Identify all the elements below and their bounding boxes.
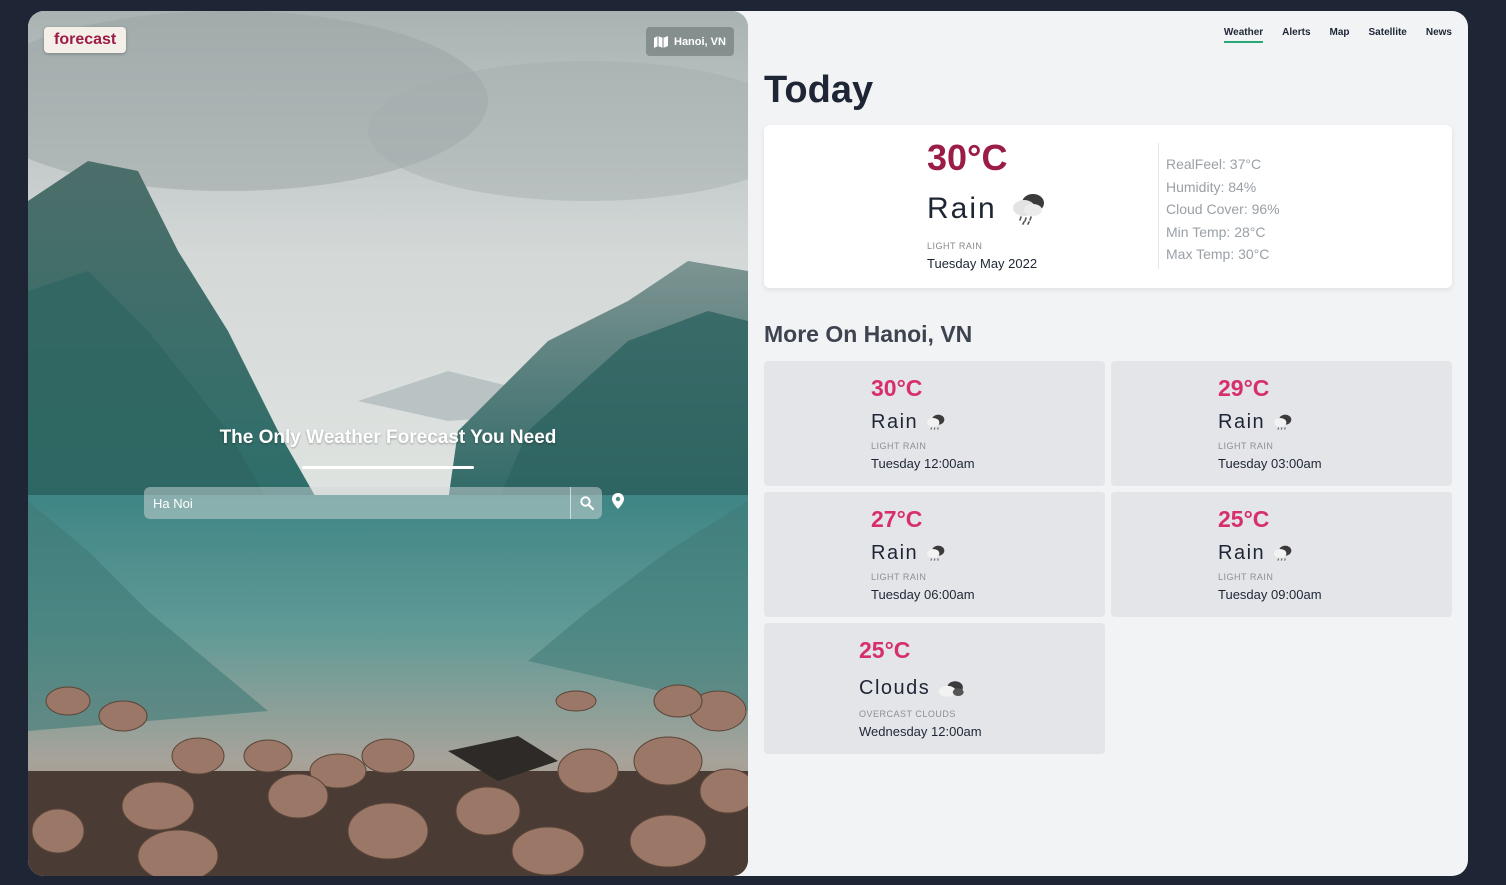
cloud-cover-stat: Cloud Cover: 96% (1166, 201, 1280, 217)
forecast-condition: Rain (871, 542, 919, 564)
forecast-time: Tuesday 06:00am (871, 587, 975, 602)
humidity-stat: Humidity: 84% (1166, 178, 1257, 195)
today-condition-row: Rain (927, 192, 1047, 226)
nav-alerts[interactable]: Alerts (1282, 27, 1310, 43)
forecast-card[interactable]: 25°C Clouds OVERCAST CLOUDS Wednesday 12… (764, 623, 1105, 754)
tagline: The Only Weather Forecast You Need (219, 427, 557, 448)
rain-icon (926, 544, 946, 564)
today-condition: Rain (927, 192, 997, 225)
rain-icon (1273, 413, 1293, 433)
nav-news[interactable]: News (1426, 27, 1452, 43)
search-bar (144, 487, 602, 519)
rain-icon (926, 413, 946, 433)
location-badge-label: Hanoi, VN (674, 35, 726, 48)
forecast-condition: Rain (871, 411, 919, 433)
forecast-description: LIGHT RAIN (871, 572, 927, 582)
forecast-description: LIGHT RAIN (1218, 572, 1274, 582)
forecast-card[interactable]: 30°C Rain LIGHT RAIN Tuesday 12:00am (764, 361, 1105, 486)
max-temp-stat: Max Temp: 30°C (1166, 246, 1270, 262)
forecast-condition-row: Rain (1218, 411, 1293, 434)
today-stats: RealFeel: 37°C Humidity: 84% Cloud Cover… (1166, 153, 1280, 266)
today-description: LIGHT RAIN (927, 241, 983, 251)
hero-panel: forecast Hanoi, VN The Only Weather Fore… (28, 11, 748, 876)
forecast-condition: Rain (1218, 542, 1266, 564)
forecast-description: LIGHT RAIN (871, 441, 927, 451)
nav-map[interactable]: Map (1330, 27, 1350, 43)
forecast-temperature: 30°C (871, 375, 923, 401)
forecast-temperature: 29°C (1218, 375, 1270, 401)
rain-icon (1011, 193, 1047, 225)
nav-satellite[interactable]: Satellite (1369, 27, 1407, 43)
clouds-icon (938, 679, 966, 699)
app-logo[interactable]: forecast (44, 27, 127, 53)
forecast-time: Tuesday 12:00am (871, 456, 975, 471)
forecast-temperature: 27°C (871, 506, 923, 532)
today-temperature: 30°C (927, 137, 1008, 178)
location-pin-button[interactable] (611, 493, 625, 511)
tagline-underline (302, 466, 474, 469)
location-pin-icon (611, 493, 625, 511)
forecast-condition-row: Rain (1218, 542, 1293, 565)
app-window: forecast Hanoi, VN The Only Weather Fore… (28, 11, 1468, 876)
search-input[interactable] (144, 487, 570, 519)
location-badge[interactable]: Hanoi, VN (646, 27, 734, 56)
today-heading: Today (764, 69, 874, 111)
forecast-temperature: 25°C (859, 637, 911, 663)
search-icon (579, 496, 594, 510)
rain-icon (1273, 544, 1293, 564)
forecast-time: Tuesday 09:00am (1218, 587, 1322, 602)
min-temp-stat: Min Temp: 28°C (1166, 223, 1266, 240)
today-divider (1158, 143, 1159, 269)
nav-weather[interactable]: Weather (1223, 27, 1264, 43)
realfeel-stat: RealFeel: 37°C (1166, 156, 1262, 172)
map-icon (654, 35, 668, 48)
forecast-temperature: 25°C (1218, 506, 1270, 532)
forecast-description: OVERCAST CLOUDS (859, 709, 956, 719)
today-card: 30°C Rain LIGHT RAIN Tuesday May 2022 Re… (764, 125, 1452, 288)
forecast-card[interactable]: 25°C Rain LIGHT RAIN Tuesday 09:00am (1111, 492, 1452, 617)
forecast-card[interactable]: 27°C Rain LIGHT RAIN Tuesday 06:00am (764, 492, 1105, 617)
forecast-condition: Rain (1218, 411, 1266, 433)
forecast-card[interactable]: 29°C Rain LIGHT RAIN Tuesday 03:00am (1111, 361, 1452, 486)
top-nav: Weather Alerts Map Satellite News (1223, 27, 1452, 43)
more-heading: More On Hanoi, VN (764, 321, 973, 347)
weather-panel: Weather Alerts Map Satellite News Today … (748, 11, 1468, 876)
forecast-description: LIGHT RAIN (1218, 441, 1274, 451)
forecast-condition-row: Rain (871, 411, 946, 434)
forecast-condition: Clouds (859, 677, 931, 699)
forecast-condition-row: Clouds (859, 677, 966, 700)
forecast-time: Wednesday 12:00am (859, 724, 982, 739)
forecast-condition-row: Rain (871, 542, 946, 565)
search-button[interactable] (570, 487, 602, 519)
forecast-time: Tuesday 03:00am (1218, 456, 1322, 471)
today-date: Tuesday May 2022 (927, 256, 1038, 271)
